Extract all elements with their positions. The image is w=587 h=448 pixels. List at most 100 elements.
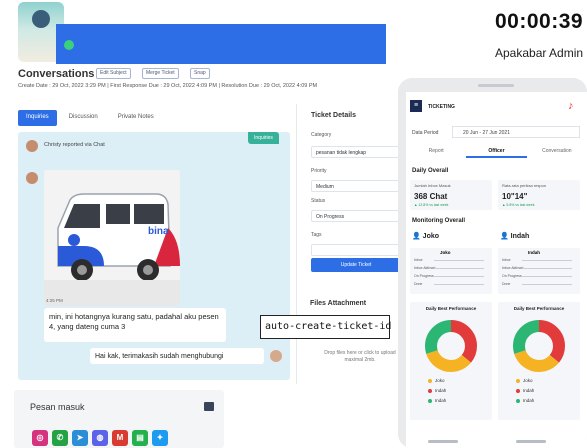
status-label: Status: [311, 198, 326, 204]
incoming-messages-card: Pesan masuk ◎ ✆ ➤ ◍ M ▤ ✦: [14, 390, 224, 448]
snap-button[interactable]: Snap: [190, 68, 210, 79]
greeting-text: Apakabar Admin: [495, 46, 584, 60]
legend-dot: [516, 398, 520, 403]
performance-title: Daily Best Performance: [513, 306, 565, 311]
metric-growth: ▲ 12.8% vs last week: [414, 203, 449, 207]
legend-dot: [516, 388, 520, 393]
agent-name: 👤 Indah: [500, 233, 530, 240]
message-author: Christy reported via Chat: [44, 142, 105, 148]
performance-card: Daily Best Performance Joko Indah Indah: [410, 302, 492, 420]
edit-subject-button[interactable]: Edit Subject: [96, 68, 131, 79]
period-picker[interactable]: 20 Jun - 27 Jun 2021: [452, 126, 580, 138]
agent-row-label: On Progress: [502, 274, 522, 278]
agent-card-name: Joko: [440, 250, 451, 255]
agent-card: Indah Inbox Inbox Aktivasi On Progress D…: [498, 248, 580, 294]
agent-card-name: Indah: [528, 250, 540, 255]
performance-card: Daily Best Performance Joko Indah Indah: [498, 302, 580, 420]
ticket-dates: Create Date : 29 Oct, 2022 3:29 PM | Fir…: [18, 83, 318, 89]
attached-image[interactable]: bina: [44, 170, 180, 306]
conversations-title: Conversations: [18, 68, 95, 80]
chat-thread[interactable]: Inquiries Christy reported via Chat bina…: [18, 132, 290, 380]
tab-private-notes[interactable]: Private Notes: [110, 110, 162, 126]
inbox-icon[interactable]: [204, 402, 214, 411]
app-title: TICKETING: [428, 104, 455, 110]
auto-create-ticket-tooltip: auto-create-ticket-id: [260, 315, 391, 339]
phone-notch: [478, 84, 514, 87]
agent-row-label: Inbox: [502, 258, 511, 262]
whatsapp-icon[interactable]: ✆: [52, 430, 68, 446]
instagram-icon[interactable]: ◎: [32, 430, 48, 446]
agent-row-label: Inbox Aktivasi: [502, 266, 524, 270]
legend-dot: [428, 388, 432, 393]
legend-item: Indah: [516, 398, 534, 403]
tags-label: Tags: [311, 232, 322, 238]
legend-item: Joko: [516, 378, 533, 383]
menu-icon[interactable]: ≡: [410, 100, 422, 112]
monitoring-heading: Monitoring Overall: [412, 218, 466, 224]
file-dropzone[interactable]: Drop files here or click to upload maxim…: [318, 350, 402, 363]
legend-label: Joko: [523, 378, 533, 383]
category-select[interactable]: pesanan tidak lengkap: [311, 146, 401, 158]
agent-row-label: Inbox: [414, 258, 423, 262]
metric-growth: ▲ 5.8% vs last week: [502, 203, 535, 207]
performance-donut: [513, 320, 565, 372]
line-icon[interactable]: ▤: [132, 430, 148, 446]
tab-officer[interactable]: Officer: [466, 144, 527, 158]
metric-label: Rata-rata periksa respon: [502, 183, 547, 188]
bottom-nav-indicator: [428, 440, 458, 443]
files-attachment-title: Files Attachment: [310, 300, 367, 307]
legend-dot: [428, 378, 432, 383]
legend-dot: [428, 398, 432, 403]
performance-donut: [425, 320, 477, 372]
status-select[interactable]: On Progress: [311, 210, 401, 222]
messenger-icon[interactable]: ◍: [92, 430, 108, 446]
agent-row-bar: [434, 260, 484, 261]
priority-label: Priority: [311, 168, 327, 174]
daily-overall-heading: Daily Overall: [412, 168, 449, 174]
twitter-icon[interactable]: ✦: [152, 430, 168, 446]
period-label: Data Period: [412, 130, 439, 136]
mobile-app-preview: ≡ TICKETING ♪ Data Period 20 Jun - 27 Ju…: [398, 78, 587, 448]
inquiry-tag: Inquiries: [248, 132, 279, 144]
tags-input[interactable]: [311, 244, 401, 256]
agent-message: Hai kak, terimakasih sudah menghubungi: [90, 348, 264, 364]
tab-inquiries[interactable]: Inquiries: [18, 110, 57, 126]
agent-row-label: Done: [502, 282, 511, 286]
agent-row-bar: [434, 268, 484, 269]
agent-row-bar: [522, 260, 572, 261]
agent-row-bar: [522, 276, 572, 277]
priority-select[interactable]: Medium: [311, 180, 401, 192]
online-status-dot: [64, 40, 74, 50]
top-bar: [56, 24, 386, 64]
phone-tabs: Report Officer Conversation: [406, 144, 587, 158]
telegram-icon[interactable]: ➤: [72, 430, 88, 446]
metric-card: Jumlah Inbox Masuk 368 Chat ▲ 12.8% vs l…: [410, 180, 492, 210]
legend-item: Joko: [428, 378, 445, 383]
agent-avatar: [270, 350, 282, 362]
customer-message: min, ini hotangnya kurang satu, padahal …: [44, 308, 226, 342]
metric-value: 10"14": [502, 192, 528, 201]
notification-icon[interactable]: ♪: [568, 100, 580, 112]
gmail-icon[interactable]: M: [112, 430, 128, 446]
agent-row-label: On Progress: [414, 274, 434, 278]
tab-discussion[interactable]: Discussion: [61, 110, 106, 126]
customer-avatar: [26, 172, 38, 184]
agent-row-label: Inbox Aktivasi: [414, 266, 436, 270]
tab-conversation[interactable]: Conversation: [527, 144, 587, 158]
agent-name-text: Joko: [422, 233, 440, 240]
legend-label: Indah: [523, 398, 535, 403]
agent-row-label: Done: [414, 282, 423, 286]
agent-row-bar: [522, 268, 572, 269]
ticket-details-title: Ticket Details: [311, 112, 357, 119]
agent-name: 👤 Joko: [412, 233, 440, 240]
metric-label: Jumlah Inbox Masuk: [414, 183, 451, 188]
conversation-tabs: Inquiries Discussion Private Notes: [18, 110, 162, 126]
agent-name-text: Indah: [510, 233, 530, 240]
metric-card: Rata-rata periksa respon 10"14" ▲ 5.8% v…: [498, 180, 580, 210]
tab-report[interactable]: Report: [406, 144, 466, 158]
ticket-details-panel: Ticket Details Category pesanan tidak le…: [296, 104, 401, 384]
legend-item: Indah: [516, 388, 534, 393]
update-ticket-button[interactable]: Update Ticket: [311, 258, 401, 272]
legend-label: Indah: [435, 398, 447, 403]
merge-ticket-button[interactable]: Merge Ticket: [142, 68, 179, 79]
